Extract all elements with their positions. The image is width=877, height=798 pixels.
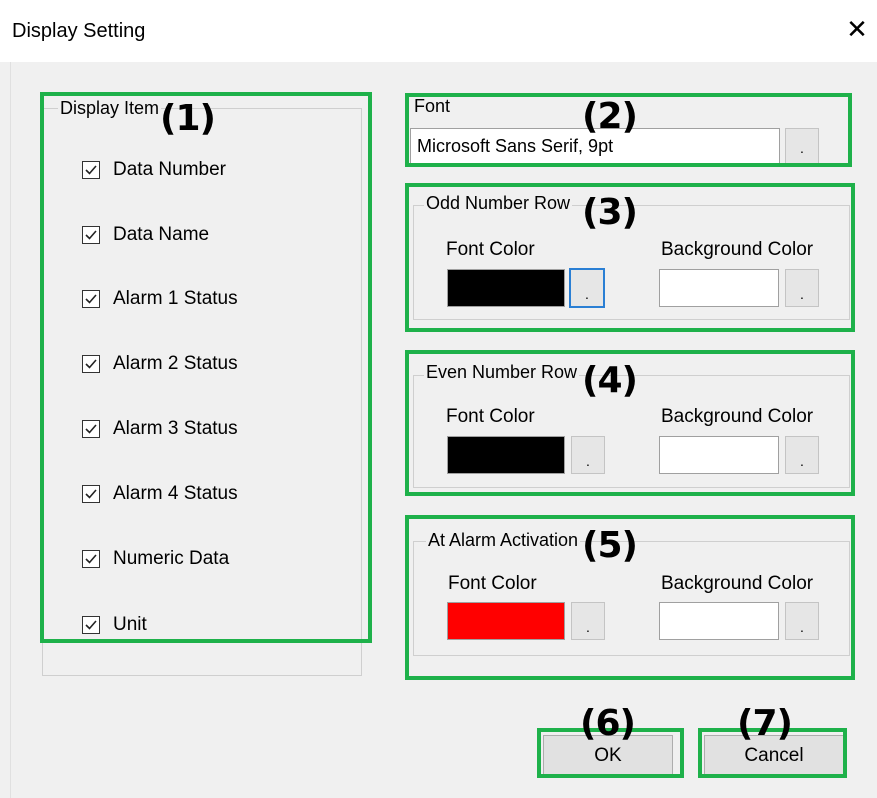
check-icon	[85, 554, 97, 564]
checkbox-label: Alarm 3 Status	[113, 418, 238, 439]
checkbox-label: Alarm 2 Status	[113, 353, 238, 374]
window-left-edge	[0, 62, 11, 798]
checkbox-box[interactable]	[82, 550, 100, 568]
checkbox-alarm-2-status[interactable]: Alarm 2 Status	[82, 349, 238, 379]
checkbox-label: Unit	[113, 614, 147, 635]
annotation-2: (2)	[582, 96, 638, 137]
window-title: Display Setting	[12, 20, 146, 42]
check-icon	[85, 620, 97, 630]
check-icon	[85, 294, 97, 304]
checkbox-label: Data Number	[113, 159, 226, 180]
check-icon	[85, 230, 97, 240]
check-icon	[85, 359, 97, 369]
checkbox-data-name[interactable]: Data Name	[82, 220, 209, 250]
annotation-5: (5)	[582, 525, 638, 566]
checkbox-box[interactable]	[82, 290, 100, 308]
checkbox-numeric-data[interactable]: Numeric Data	[82, 544, 229, 574]
checkbox-box[interactable]	[82, 355, 100, 373]
check-icon	[85, 489, 97, 499]
checkbox-label: Alarm 1 Status	[113, 288, 238, 309]
checkbox-box[interactable]	[82, 420, 100, 438]
checkbox-data-number[interactable]: Data Number	[82, 155, 226, 185]
checkbox-label: Data Name	[113, 224, 210, 245]
checkbox-alarm-4-status[interactable]: Alarm 4 Status	[82, 479, 238, 509]
checkbox-box[interactable]	[82, 161, 100, 179]
checkbox-box[interactable]	[82, 226, 100, 244]
checkbox-label: Alarm 4 Status	[113, 483, 238, 504]
checkbox-unit[interactable]: Unit	[82, 610, 147, 640]
annotation-1: (1)	[160, 98, 216, 139]
annotation-6: (6)	[580, 703, 636, 744]
checkbox-box[interactable]	[82, 616, 100, 634]
annotation-4: (4)	[582, 360, 638, 401]
close-icon[interactable]: ✕	[842, 14, 872, 44]
check-icon	[85, 165, 97, 175]
annotation-3: (3)	[582, 192, 638, 233]
annotation-7: (7)	[737, 703, 793, 744]
checkbox-alarm-1-status[interactable]: Alarm 1 Status	[82, 284, 238, 314]
checkbox-label: Numeric Data	[113, 548, 230, 569]
checkbox-alarm-3-status[interactable]: Alarm 3 Status	[82, 414, 238, 444]
checkbox-box[interactable]	[82, 485, 100, 503]
check-icon	[85, 424, 97, 434]
